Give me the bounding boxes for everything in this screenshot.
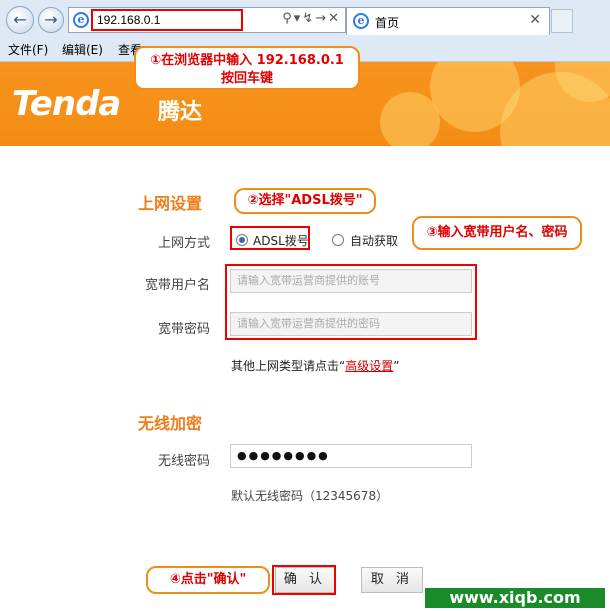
internet-settings-title: 上网设置 xyxy=(138,194,203,213)
username-label: 宽带用户名 xyxy=(144,278,210,293)
hint-prefix: 其他上网类型请点击“ xyxy=(231,359,346,373)
wireless-title: 无线加密 xyxy=(138,414,203,433)
advanced-hint: 其他上网类型请点击“高级设置” xyxy=(231,357,399,374)
dhcp-radio[interactable] xyxy=(332,234,344,246)
wifi-password-label: 无线密码 xyxy=(157,454,210,469)
arrow-left-icon: ← xyxy=(13,10,27,29)
step4-callout: ④点击"确认" xyxy=(146,566,270,594)
menu-file[interactable]: 文件(F) xyxy=(8,41,48,58)
wifi-password-input[interactable]: ●●●●●●●● xyxy=(230,444,472,468)
arrow-right-icon: → xyxy=(44,10,58,29)
site-watermark: www.xiqb.com xyxy=(425,588,605,608)
step1-line2: 按回车键 xyxy=(220,71,273,86)
back-button[interactable]: ← xyxy=(6,6,34,34)
hint-suffix: ” xyxy=(393,359,400,373)
step1-callout: ①在浏览器中输入 192.168.0.1 按回车键 xyxy=(134,46,360,90)
dhcp-label[interactable]: 自动获取 xyxy=(350,232,398,249)
credentials-highlight-box xyxy=(225,264,477,340)
step2-callout: ②选择"ADSL拨号" xyxy=(234,188,376,214)
step3-callout: ③输入宽带用户名、密码 xyxy=(412,216,582,250)
decor-bubble xyxy=(380,92,440,146)
adsl-highlight-box xyxy=(230,226,310,250)
ie-icon: e xyxy=(353,13,369,29)
step1-line1: ①在浏览器中输入 192.168.0.1 xyxy=(150,53,344,68)
close-icon[interactable]: ✕ xyxy=(529,12,541,28)
ie-icon: e xyxy=(73,12,89,28)
tenda-logo-cn: 腾达 xyxy=(158,100,203,125)
url-text[interactable]: 192.168.0.1 xyxy=(91,9,243,31)
address-bar[interactable]: e 192.168.0.1 ⚲▾↯→✕ xyxy=(68,7,346,33)
new-tab-button[interactable] xyxy=(551,9,573,33)
wifi-default-hint: 默认无线密码（12345678） xyxy=(231,489,389,503)
tab-title: 首页 xyxy=(375,16,400,30)
menu-edit[interactable]: 编辑(E) xyxy=(62,41,103,58)
tenda-logo: Tenda xyxy=(12,84,121,124)
cancel-button[interactable]: 取 消 xyxy=(361,567,423,593)
tab-home[interactable]: e 首页 ✕ xyxy=(346,7,550,35)
advanced-settings-link[interactable]: 高级设置 xyxy=(345,359,393,373)
search-refresh-icons[interactable]: ⚲▾↯→✕ xyxy=(282,11,341,26)
password-label: 宽带密码 xyxy=(157,322,210,337)
confirm-highlight-box xyxy=(272,565,336,595)
forward-button[interactable]: → xyxy=(38,7,64,33)
mode-label: 上网方式 xyxy=(157,236,210,251)
